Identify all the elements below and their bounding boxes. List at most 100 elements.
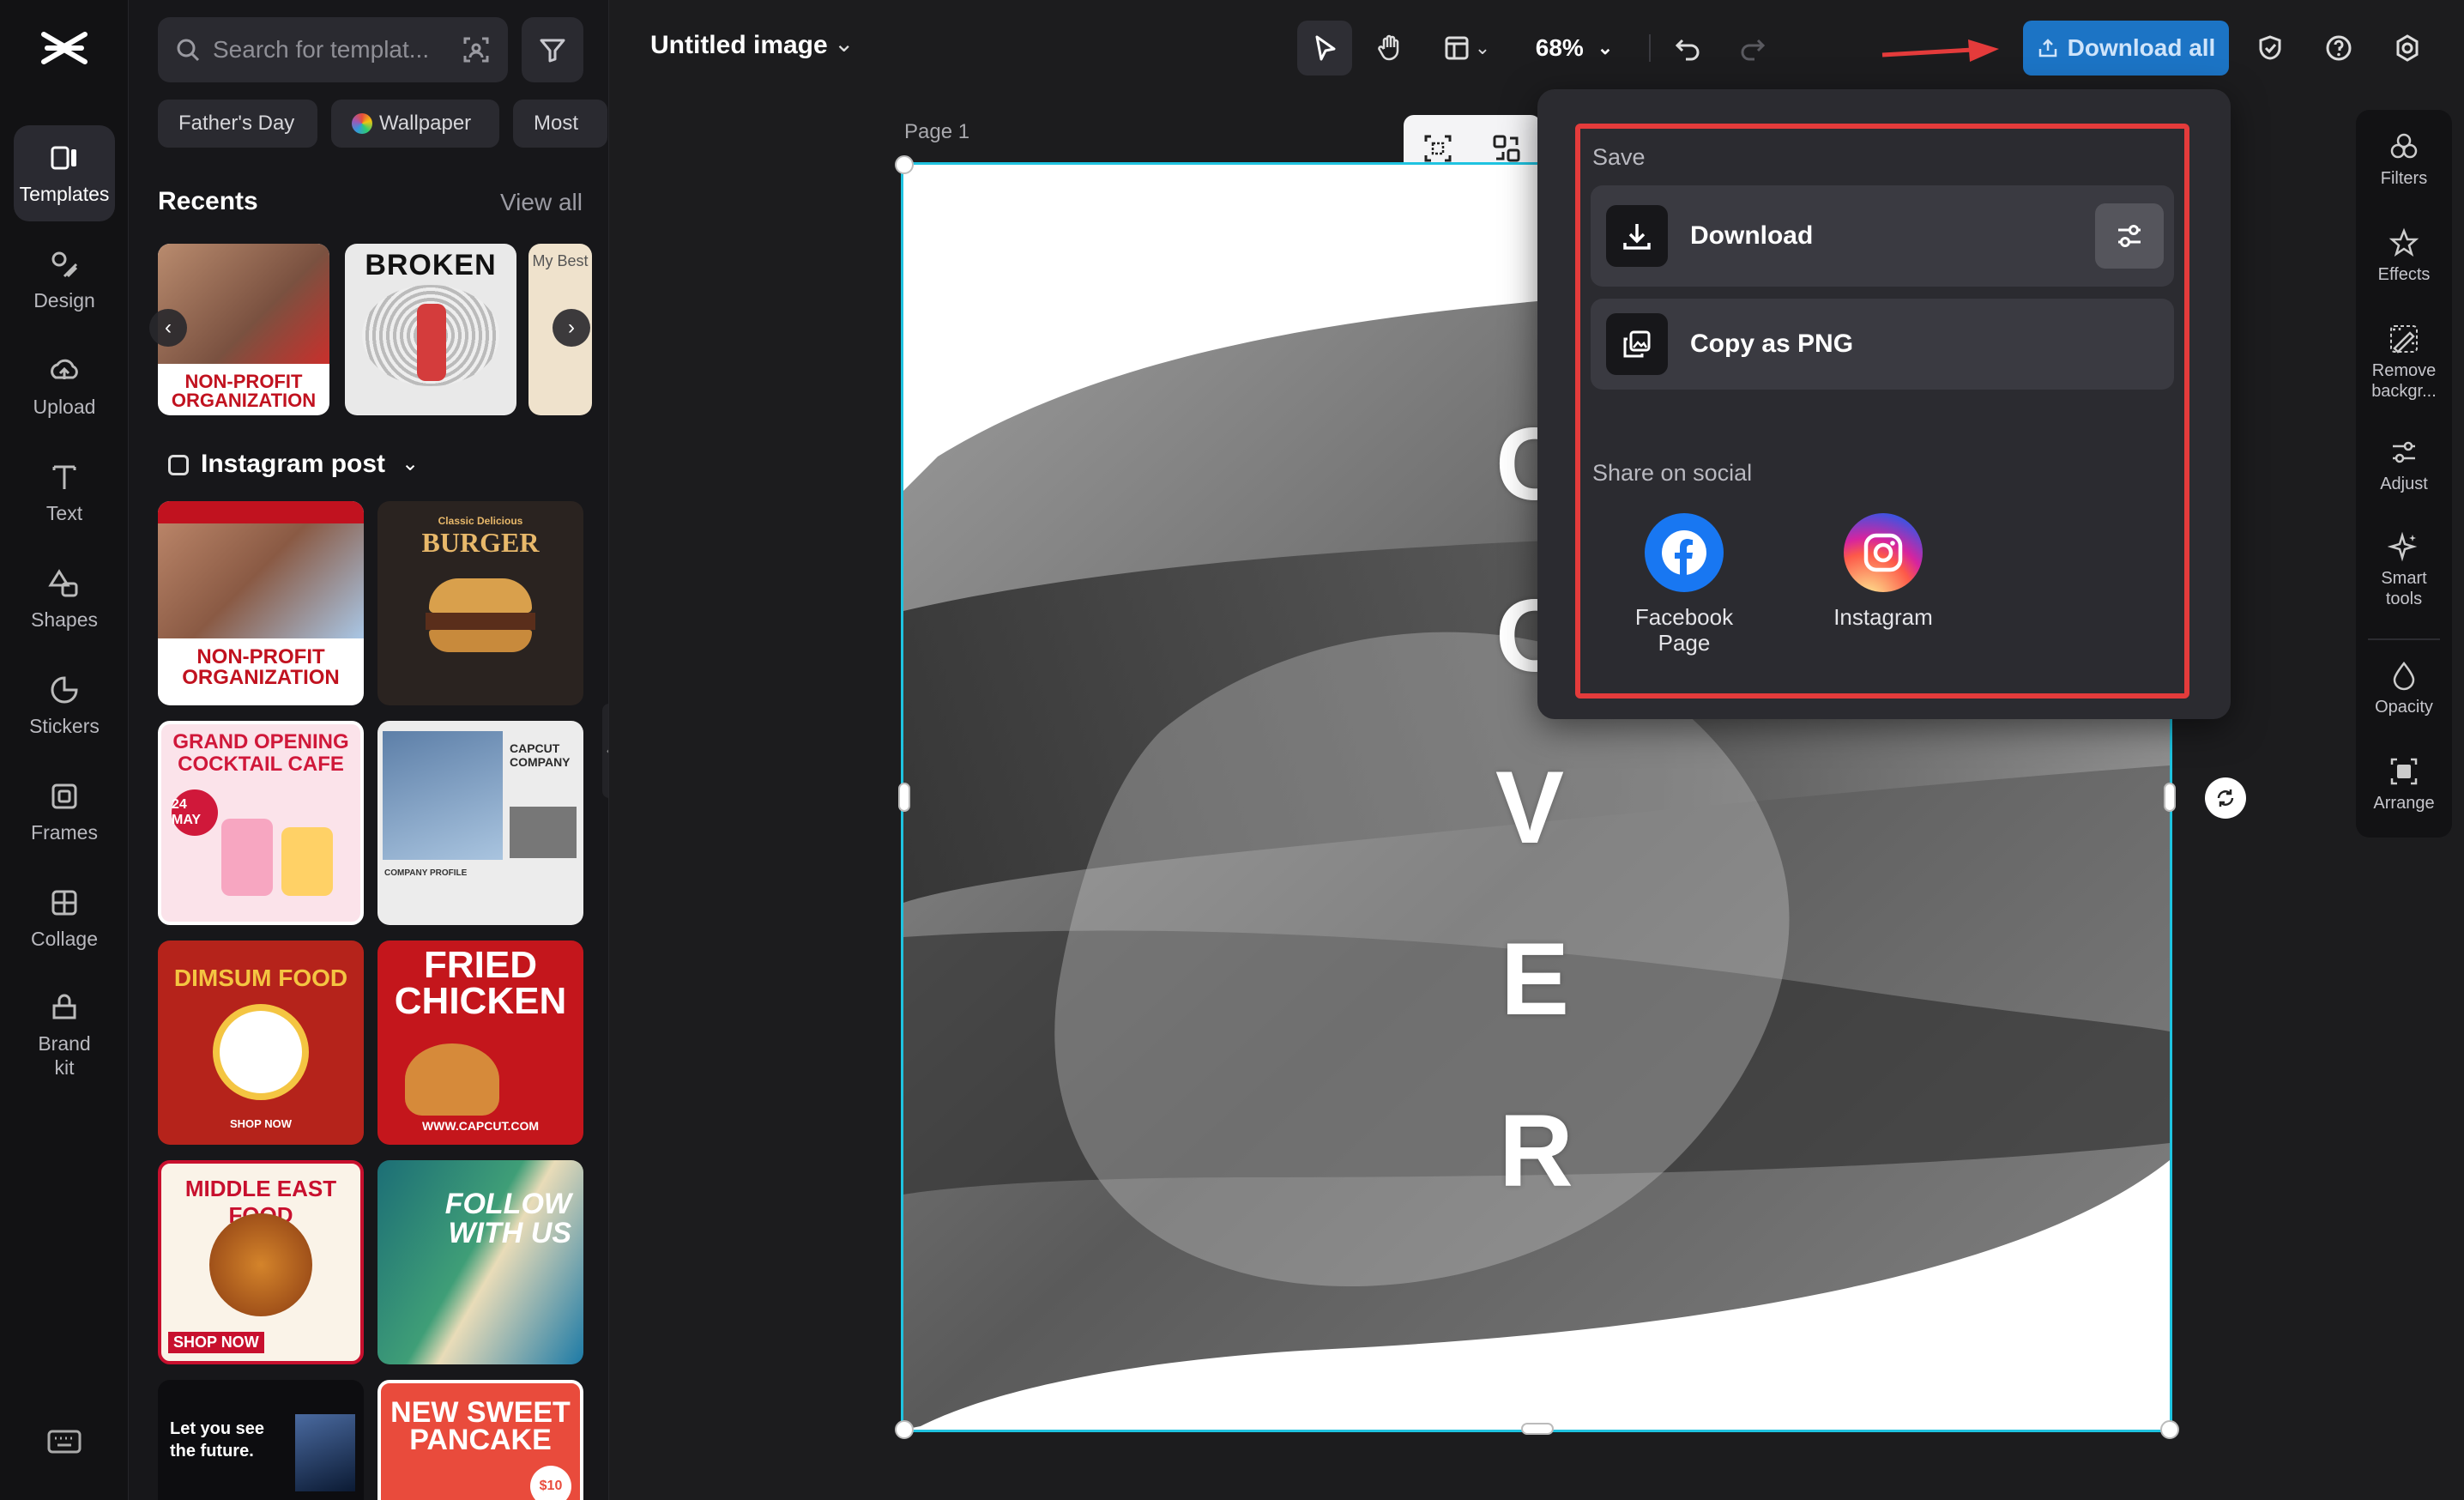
zoom-value: 68% <box>1535 34 1584 61</box>
template-card[interactable]: NON-PROFIT ORGANIZATION <box>158 501 364 705</box>
tool-smart-tools-label: Smart tools <box>2381 569 2427 608</box>
rotate-handle[interactable] <box>2205 777 2246 819</box>
help-button[interactable] <box>2311 21 2366 76</box>
rail-text[interactable]: Text <box>14 445 115 541</box>
template-subtitle: COMPANY PROFILE <box>384 868 468 878</box>
shield-button[interactable] <box>2243 21 2298 76</box>
copy-as-png-option[interactable]: Copy as PNG <box>1591 299 2174 390</box>
stickers-icon <box>51 676 78 704</box>
filter-icon <box>540 39 565 63</box>
resize-handle-right[interactable] <box>2164 783 2176 812</box>
building-photo <box>383 731 503 860</box>
tool-arrange[interactable]: Arrange <box>2356 755 2452 814</box>
chevron-down-icon[interactable]: ⌄ <box>402 451 419 476</box>
rail-design[interactable]: Design <box>14 232 115 328</box>
rail-frames-label: Frames <box>31 821 98 844</box>
rail-brand-kit[interactable]: Brand kit <box>14 977 115 1093</box>
tool-remove-background[interactable]: Remove backgr... <box>2356 323 2452 402</box>
template-band <box>158 501 364 523</box>
instagram-section-title[interactable]: Instagram post <box>201 450 385 479</box>
settings-button[interactable] <box>2380 21 2435 76</box>
zoom-chevron-down-icon: ⌄ <box>1597 37 1614 58</box>
layout-icon <box>1445 36 1469 60</box>
tool-effects[interactable]: Effects <box>2356 227 2452 285</box>
undo-button[interactable] <box>1661 21 1716 76</box>
template-title: NON-PROFIT ORGANIZATION <box>182 645 340 689</box>
rail-shapes[interactable]: Shapes <box>14 551 115 647</box>
copy-as-png-label: Copy as PNG <box>1690 330 1854 358</box>
download-settings-button[interactable] <box>2095 203 2164 269</box>
share-facebook[interactable]: Facebook Page <box>1611 513 1757 656</box>
template-title: FRIED CHICKEN <box>394 944 567 1022</box>
rail-stickers[interactable]: Stickers <box>14 657 115 753</box>
collage-icon <box>51 890 77 916</box>
recents-next-button[interactable]: › <box>553 309 590 347</box>
rail-templates[interactable]: Templates <box>14 125 115 221</box>
template-search[interactable]: Search for templat... <box>158 17 508 82</box>
template-card[interactable]: Let you see the future. <box>158 1380 364 1500</box>
filter-button[interactable] <box>522 17 583 82</box>
adjust-icon <box>2393 441 2415 463</box>
select-area-icon[interactable] <box>1421 131 1455 166</box>
instagram-icon <box>1844 513 1923 592</box>
resize-handle-bottom[interactable] <box>1521 1423 1554 1435</box>
template-card[interactable]: Classic Delicious BURGER <box>377 501 583 705</box>
template-card[interactable]: GRAND OPENING COCKTAIL CAFE 24 MAY <box>158 721 364 925</box>
recent-thumb-broken[interactable]: BROKEN <box>345 244 516 415</box>
tool-opacity[interactable]: Opacity <box>2356 659 2452 717</box>
copy-icon-box <box>1606 313 1668 375</box>
redo-button[interactable] <box>1724 21 1779 76</box>
resize-handle-bottom-left[interactable] <box>895 1420 914 1439</box>
resize-handle-left[interactable] <box>898 783 910 812</box>
chip-most[interactable]: Most <box>513 100 607 148</box>
tool-filters[interactable]: Filters <box>2356 130 2452 189</box>
rail-text-label: Text <box>45 502 83 524</box>
chip-fathers-day[interactable]: Father's Day <box>158 100 317 148</box>
help-icon <box>2326 35 2352 61</box>
download-label: Download <box>1690 221 1814 250</box>
replace-icon[interactable] <box>1489 131 1524 166</box>
search-input[interactable]: Search for templat... <box>213 36 462 64</box>
layout-button[interactable]: ⌄ <box>1428 21 1505 76</box>
cover-letter: R <box>1499 1093 1573 1208</box>
panel-collapse-handle[interactable]: ‹ <box>602 704 608 798</box>
keyboard-icon[interactable] <box>47 1428 82 1455</box>
template-card[interactable]: NEW SWEET PANCAKE $10 <box>377 1380 583 1500</box>
instagram-section-icon <box>168 455 189 475</box>
template-card[interactable]: CAPCUT COMPANY COMPANY PROFILE <box>377 721 583 925</box>
hand-icon <box>1378 34 1399 61</box>
document-title[interactable]: Untitled image <box>650 31 828 60</box>
chip-wallpaper[interactable]: Wallpaper <box>331 100 499 148</box>
template-card[interactable]: FRIED CHICKEN WWW.CAPCUT.COM <box>377 941 583 1145</box>
rail-upload[interactable]: Upload <box>14 338 115 434</box>
rail-upload-label: Upload <box>33 396 96 418</box>
rail-frames[interactable]: Frames <box>14 764 115 860</box>
zoom-control[interactable]: 68% ⌄ <box>1519 21 1630 76</box>
tool-smart-tools[interactable]: Smart tools <box>2356 530 2452 609</box>
share-instagram[interactable]: Instagram <box>1810 513 1956 630</box>
recents-prev-button[interactable]: ‹ <box>149 309 187 347</box>
right-tool-rail: Filters Effects Remove backgr... Adjust … <box>2356 110 2452 838</box>
office-photo <box>510 807 577 858</box>
template-title: FOLLOW WITH US <box>444 1188 571 1249</box>
download-all-button[interactable]: Download all <box>2023 21 2229 76</box>
template-subtitle: Classic Delicious <box>438 515 523 527</box>
image-search-icon[interactable] <box>462 35 491 64</box>
recent-figure <box>417 304 446 381</box>
resize-handle-bottom-right[interactable] <box>2160 1420 2179 1439</box>
middle-east-dish <box>209 1213 312 1316</box>
shapes-icon <box>48 569 78 597</box>
template-title: DIMSUM FOOD <box>173 965 348 991</box>
view-all-link[interactable]: View all <box>500 189 583 216</box>
select-tool-button[interactable] <box>1297 21 1352 76</box>
template-card[interactable]: MIDDLE EAST FOOD SHOP NOW <box>158 1160 364 1364</box>
resize-handle-top-left[interactable] <box>895 155 914 174</box>
template-card[interactable]: FOLLOW WITH US <box>377 1160 583 1364</box>
tool-adjust[interactable]: Adjust <box>2356 436 2452 494</box>
template-card[interactable]: DIMSUM FOOD SHOP NOW <box>158 941 364 1145</box>
download-option[interactable]: Download <box>1591 185 2174 287</box>
burger-bun-top <box>429 578 532 613</box>
hand-tool-button[interactable] <box>1362 21 1417 76</box>
rail-collage[interactable]: Collage <box>14 870 115 966</box>
title-chevron-down-icon[interactable]: ⌄ <box>834 29 854 57</box>
